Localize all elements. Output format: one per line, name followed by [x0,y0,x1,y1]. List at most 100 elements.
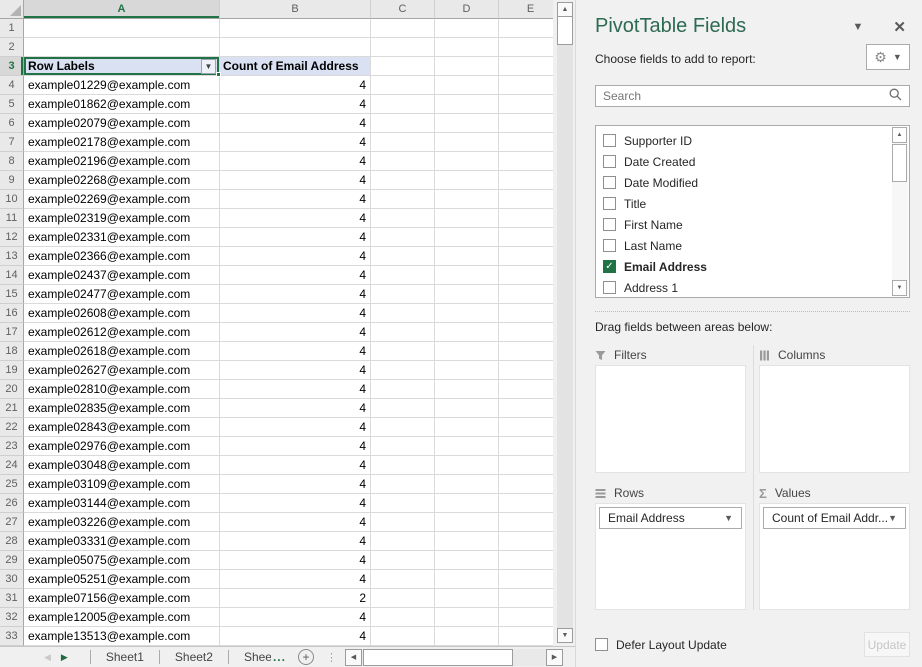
count-cell[interactable]: 4 [220,304,371,323]
row-header[interactable]: 16 [0,304,24,323]
sheet-tab-sheet3[interactable]: Sheet3 [229,647,271,667]
cell-e[interactable] [499,513,553,532]
cell-c[interactable] [371,418,435,437]
row-header[interactable]: 25 [0,475,24,494]
filters-drop-area[interactable] [595,365,746,473]
count-cell[interactable] [220,38,371,57]
vertical-scroll-track[interactable] [557,2,573,643]
count-cell[interactable]: 4 [220,114,371,133]
field-pill[interactable]: Count of Email Addr... ▼ [763,507,906,529]
email-cell[interactable]: example02608@example.com [24,304,220,323]
count-cell[interactable]: 4 [220,171,371,190]
field-checkbox[interactable]: ✓ [603,176,616,189]
row-header-3[interactable]: 3 [0,57,24,76]
cell-c[interactable] [371,532,435,551]
cell-d[interactable] [435,285,499,304]
field-list-scroll-thumb[interactable] [892,144,907,182]
cell-e[interactable] [499,266,553,285]
row-header[interactable]: 33 [0,627,24,646]
cell-e[interactable] [499,304,553,323]
field-list-item[interactable]: ✓ First Name [603,214,889,235]
cell-c[interactable] [371,589,435,608]
cell-d[interactable] [435,494,499,513]
cell-e[interactable] [499,342,553,361]
cell-d[interactable] [435,532,499,551]
row-header[interactable]: 1 [0,19,24,38]
cell-e[interactable] [499,475,553,494]
cell-e[interactable] [499,380,553,399]
cell-d[interactable] [435,171,499,190]
cell-d[interactable] [435,323,499,342]
email-cell[interactable]: example03109@example.com [24,475,220,494]
row-header[interactable]: 15 [0,285,24,304]
count-cell[interactable]: 2 [220,589,371,608]
row-header[interactable]: 9 [0,171,24,190]
cell-e[interactable] [499,19,553,38]
count-cell[interactable]: 4 [220,399,371,418]
count-cell[interactable]: 4 [220,95,371,114]
field-checkbox[interactable]: ✓ [603,239,616,252]
email-cell[interactable]: example07156@example.com [24,589,220,608]
cell-e[interactable] [499,532,553,551]
count-cell[interactable]: 4 [220,209,371,228]
count-cell[interactable]: 4 [220,437,371,456]
scroll-up-icon[interactable]: ▲ [557,2,573,17]
cell-c[interactable] [371,76,435,95]
tools-button[interactable]: ⚙ ▼ [866,44,910,70]
cell-c[interactable] [371,399,435,418]
cell-d[interactable] [435,589,499,608]
cell-d[interactable] [435,152,499,171]
cell-e[interactable] [499,247,553,266]
field-list-item[interactable]: ✓ Date Modified [603,172,889,193]
cell-c[interactable] [371,114,435,133]
cell-e[interactable] [499,570,553,589]
email-cell[interactable]: example02196@example.com [24,152,220,171]
email-cell[interactable]: example02835@example.com [24,399,220,418]
update-button[interactable]: Update [864,632,910,657]
count-cell[interactable]: 4 [220,342,371,361]
cell-c[interactable] [371,19,435,38]
field-checkbox[interactable]: ✓ [603,134,616,147]
cell-d[interactable] [435,38,499,57]
count-cell[interactable]: 4 [220,627,371,646]
cell-d[interactable] [435,247,499,266]
email-cell[interactable]: example02079@example.com [24,114,220,133]
email-cell[interactable]: example02976@example.com [24,437,220,456]
row-header[interactable]: 6 [0,114,24,133]
defer-layout-update-checkbox[interactable]: Defer Layout Update [595,638,864,652]
count-cell[interactable]: 4 [220,190,371,209]
email-cell[interactable]: example02627@example.com [24,361,220,380]
count-cell[interactable]: 4 [220,513,371,532]
row-header[interactable]: 8 [0,152,24,171]
count-cell[interactable]: 4 [220,456,371,475]
field-pill[interactable]: Email Address ▼ [599,507,742,529]
row-header[interactable]: 13 [0,247,24,266]
cell-e[interactable] [499,38,553,57]
row-header[interactable]: 31 [0,589,24,608]
scroll-up-icon[interactable]: ▲ [892,127,907,143]
next-sheet-icon[interactable]: ▶ [61,652,68,663]
row-header[interactable]: 20 [0,380,24,399]
tab-scroll-grip[interactable]: ⋮ [326,651,337,664]
cell-d[interactable] [435,304,499,323]
field-list-scrollbar[interactable]: ▲ ▼ [892,127,908,296]
email-cell[interactable]: example03144@example.com [24,494,220,513]
cell-d[interactable] [435,209,499,228]
row-header[interactable]: 17 [0,323,24,342]
cell-e[interactable] [499,627,553,646]
field-list-item[interactable]: ✓ Last Name [603,235,889,256]
select-all-corner[interactable] [0,0,24,19]
cell-d[interactable] [435,399,499,418]
cell-d[interactable] [435,456,499,475]
email-cell[interactable]: example02810@example.com [24,380,220,399]
cell-d[interactable] [435,228,499,247]
cell-d[interactable] [435,95,499,114]
cell-c[interactable] [371,38,435,57]
count-cell[interactable]: 4 [220,133,371,152]
cell-e[interactable] [499,190,553,209]
cell-c[interactable] [371,551,435,570]
cell-e[interactable] [499,76,553,95]
cell-e[interactable] [499,171,553,190]
cell-e[interactable] [499,551,553,570]
cell-d[interactable] [435,513,499,532]
